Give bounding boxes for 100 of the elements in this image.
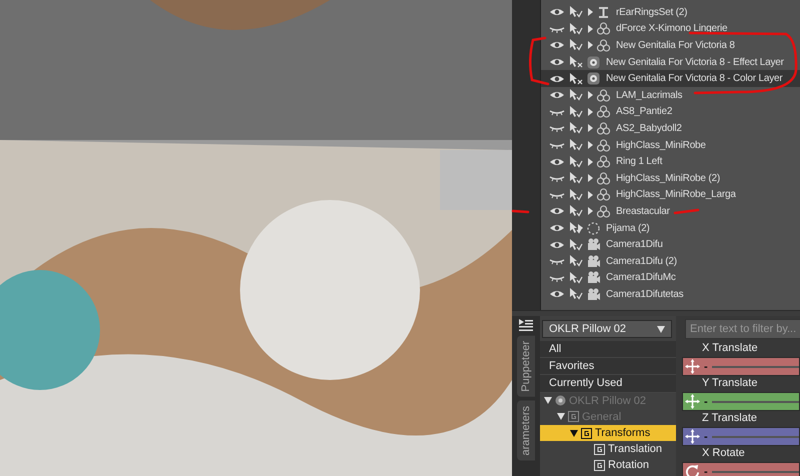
cursor-icon[interactable]	[569, 188, 583, 201]
node-label[interactable]: Camera1Difu	[606, 239, 663, 250]
eye-icon[interactable]	[549, 156, 565, 167]
parameter-slider[interactable]: -	[682, 357, 800, 376]
expand-arrow-icon[interactable]	[585, 124, 595, 132]
group-icon	[594, 444, 605, 455]
eye-icon[interactable]	[549, 57, 565, 68]
node-label[interactable]: Camera1Difutetas	[606, 288, 684, 300]
node-label[interactable]: HighClass_MiniRobe	[616, 140, 706, 151]
node-label[interactable]: dForce X-Kimono Lingerie	[616, 23, 728, 34]
figure-icon	[597, 38, 610, 52]
node-label[interactable]: Ring 1 Left	[616, 156, 662, 168]
cursor-icon[interactable]	[569, 6, 583, 18]
expand-arrow-icon[interactable]	[585, 108, 595, 116]
expand-arrow-icon[interactable]	[585, 141, 595, 150]
cursor-icon[interactable]	[569, 272, 583, 284]
cursor-icon[interactable]	[569, 288, 583, 300]
node-label[interactable]: LAM_Lacrimals	[616, 90, 682, 101]
eye-icon[interactable]	[549, 7, 565, 18]
figure-icon	[597, 172, 610, 185]
group-icon	[594, 460, 605, 471]
cursor-icon[interactable]	[569, 106, 583, 118]
node-label[interactable]: HighClass_MiniRobe_Larga	[616, 189, 736, 200]
node-label[interactable]: New Genitalia For Victoria 8 - Effect Layer	[606, 56, 784, 68]
expand-arrow-icon[interactable]	[585, 8, 595, 16]
node-label[interactable]: AS2_Babydoll2	[616, 122, 682, 134]
expand-arrow-icon[interactable]	[557, 413, 565, 420]
move-icon[interactable]	[685, 394, 700, 409]
expand-arrow-icon[interactable]	[585, 190, 595, 199]
expand-arrow-icon[interactable]	[585, 91, 595, 100]
parameter-slider[interactable]: -	[682, 462, 800, 476]
cursor-icon[interactable]	[569, 39, 583, 52]
cursor-icon[interactable]	[569, 255, 583, 268]
eye-icon[interactable]	[549, 289, 565, 300]
expand-arrow-icon[interactable]	[585, 41, 595, 50]
eye-icon[interactable]	[549, 90, 565, 100]
expand-arrow-icon[interactable]	[570, 430, 578, 437]
node-label[interactable]: HighClass_MiniRobe (2)	[616, 172, 720, 184]
cursor-icon[interactable]	[569, 22, 583, 35]
expand-arrow-icon[interactable]	[585, 158, 595, 166]
slider-label: Z Translate	[701, 412, 758, 426]
parameter-slider[interactable]: -	[682, 392, 800, 411]
cursor-icon[interactable]	[569, 56, 583, 68]
node-icon	[555, 395, 566, 406]
node-label[interactable]: Breastacular	[616, 206, 670, 217]
eye-icon[interactable]	[549, 74, 565, 84]
parameter-slider[interactable]: -	[682, 427, 800, 446]
tree-item[interactable]: Rotation	[540, 457, 676, 474]
expand-arrow-icon[interactable]	[575, 224, 585, 232]
caret-icon	[657, 326, 665, 332]
node-label[interactable]: Pijama (2)	[606, 222, 650, 234]
expand-arrow-icon[interactable]	[585, 24, 595, 33]
layer-icon	[587, 72, 600, 86]
rotate-icon[interactable]	[685, 464, 700, 476]
node-label[interactable]: Camera1DifuMc	[606, 272, 676, 284]
cursor-icon[interactable]	[569, 72, 583, 85]
filter-item[interactable]: Favorites	[540, 358, 676, 376]
cursor-icon[interactable]	[569, 222, 583, 234]
cursor-icon[interactable]	[569, 238, 583, 251]
eye-icon[interactable]	[549, 206, 565, 216]
tree-item[interactable]: Transforms	[540, 424, 676, 442]
prop-icon	[597, 6, 610, 19]
side-tab[interactable]: Puppeteer	[517, 336, 535, 397]
camera-icon	[587, 271, 600, 284]
menu-icon[interactable]	[518, 318, 534, 332]
filter-item[interactable]: All	[540, 341, 676, 358]
figure-icon	[597, 204, 610, 218]
cursor-icon[interactable]	[569, 205, 583, 218]
group-icon	[568, 411, 579, 422]
cursor-icon[interactable]	[569, 89, 583, 102]
figure-icon	[597, 138, 610, 152]
figure-icon	[597, 88, 610, 102]
node-label[interactable]: rEarRingsSet (2)	[616, 6, 688, 18]
eye-icon[interactable]	[549, 40, 565, 50]
side-tab[interactable]: arameters	[517, 400, 535, 460]
move-icon[interactable]	[685, 359, 700, 374]
node-label[interactable]: AS8_Pantie2	[616, 106, 672, 118]
cursor-icon[interactable]	[569, 172, 583, 184]
cursor-icon[interactable]	[569, 122, 583, 134]
move-icon[interactable]	[685, 429, 700, 444]
node-label[interactable]: Camera1Difu (2)	[606, 256, 677, 267]
figure-icon	[597, 188, 610, 202]
cursor-icon[interactable]	[569, 156, 583, 168]
search-field[interactable]: Enter text to filter by...	[685, 319, 800, 339]
slider-label: X Rotate	[701, 447, 746, 461]
eye-icon[interactable]	[549, 223, 565, 234]
expand-arrow-icon[interactable]	[544, 397, 552, 404]
tree-item[interactable]: Translation	[540, 441, 676, 458]
expand-arrow-icon[interactable]	[585, 207, 595, 216]
expand-arrow-icon[interactable]	[585, 174, 595, 182]
eye-icon[interactable]	[549, 240, 565, 250]
camera-icon	[587, 238, 600, 252]
node-dropdown[interactable]: OKLR Pillow 02	[542, 320, 672, 338]
cursor-icon[interactable]	[569, 139, 583, 152]
filter-item[interactable]: Currently Used	[540, 375, 676, 393]
slider-label: Y Translate	[701, 377, 758, 391]
figure-icon	[597, 105, 610, 118]
slider-label: X Translate	[701, 342, 759, 356]
scene-row[interactable]: New Genitalia For Victoria 8 - Color Layer	[541, 70, 800, 87]
node-label[interactable]: New Genitalia For Victoria 8	[616, 40, 735, 51]
